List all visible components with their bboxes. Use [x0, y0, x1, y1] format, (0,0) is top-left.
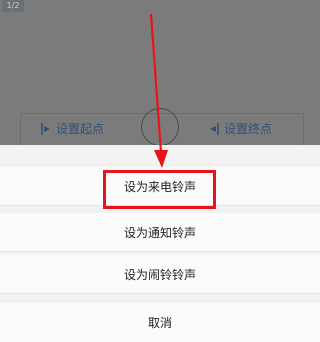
- option-label: 设为通知铃声: [123, 225, 196, 240]
- cancel-button[interactable]: 取消: [0, 303, 320, 342]
- set-start-button[interactable]: 设置起点: [40, 120, 104, 137]
- highlight-box: [103, 170, 216, 209]
- set-end-icon: [210, 122, 219, 135]
- option-set-alarm[interactable]: 设为闹铃铃声: [0, 255, 320, 294]
- set-start-label: 设置起点: [56, 122, 105, 136]
- circle-play-icon[interactable]: [141, 108, 179, 146]
- cancel-label: 取消: [147, 316, 172, 330]
- set-start-icon: [41, 122, 50, 135]
- corner-badge: 1/2: [2, 0, 24, 12]
- option-label: 设为闹铃铃声: [123, 267, 196, 282]
- set-end-label: 设置终点: [224, 122, 273, 136]
- option-set-notification[interactable]: 设为通知铃声: [0, 213, 320, 252]
- set-end-button[interactable]: 设置终点: [208, 120, 272, 137]
